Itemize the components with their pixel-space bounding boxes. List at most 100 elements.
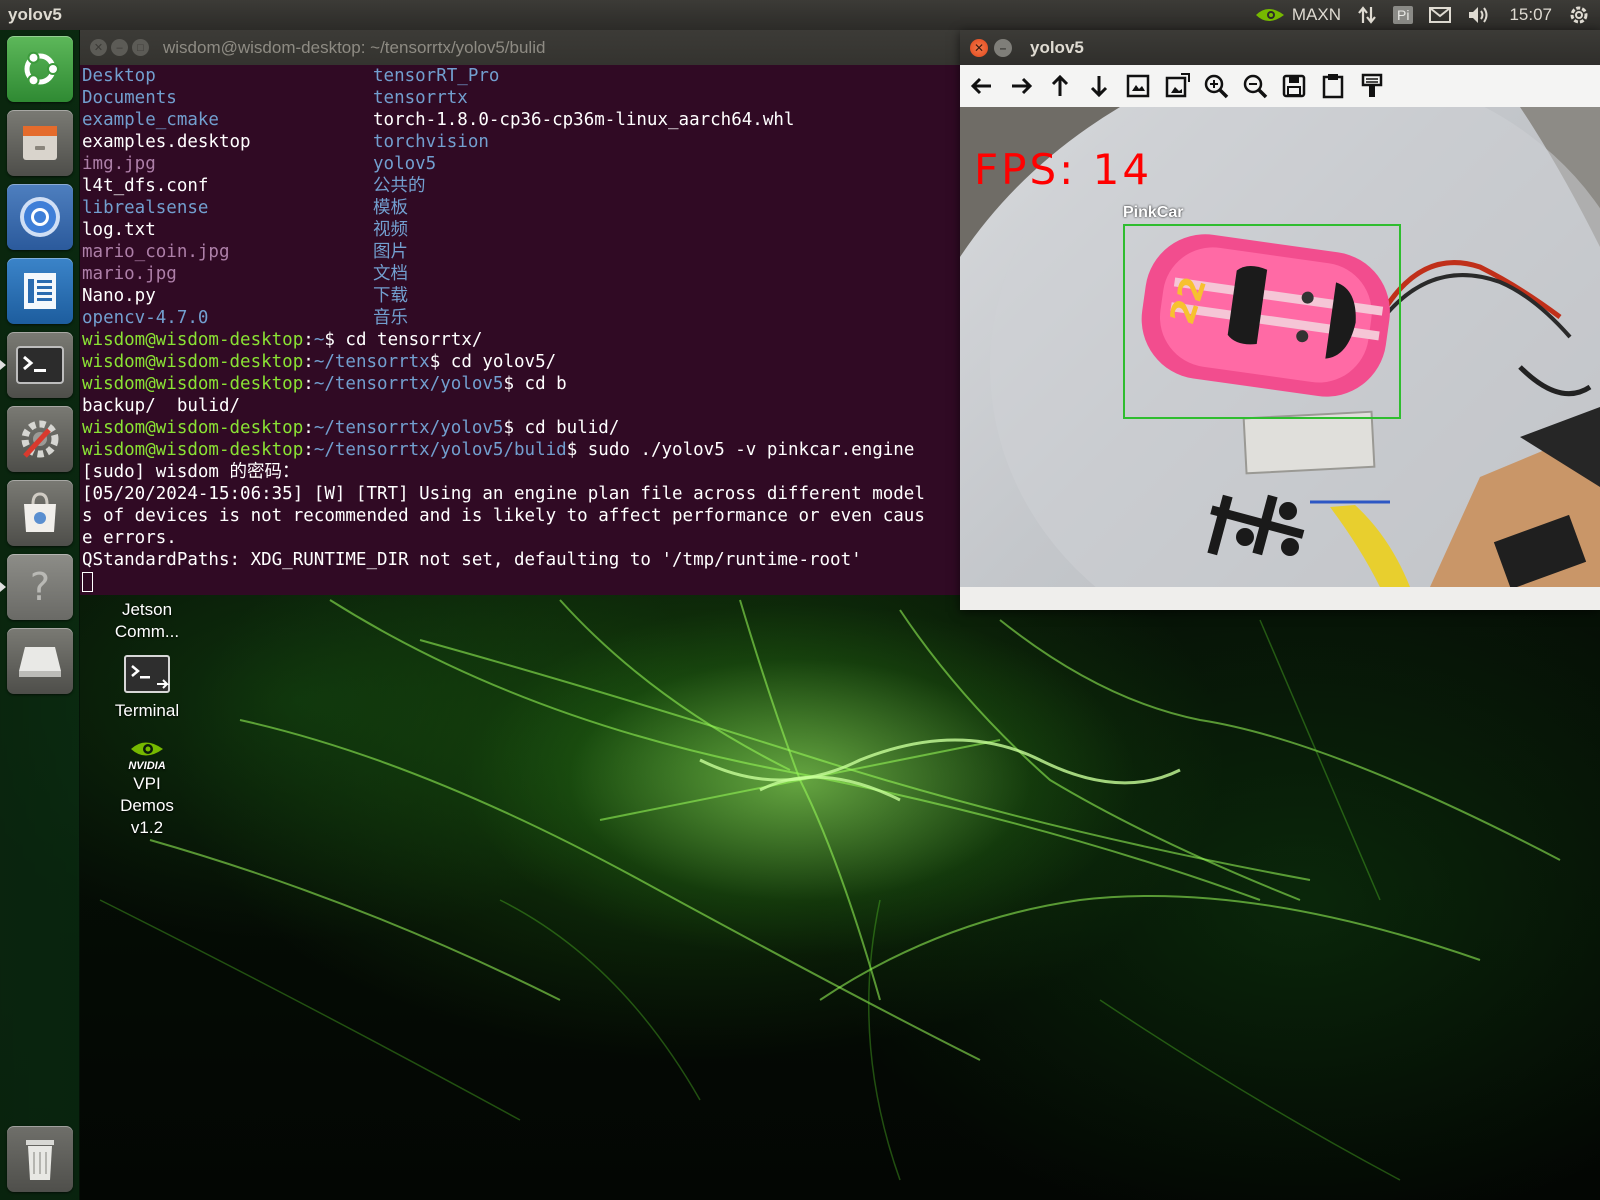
program-output-line: s of devices is not recommended and is l…	[82, 506, 925, 526]
detection-label: PinkCar	[1123, 204, 1184, 221]
ls-output-row: librealsense 模板	[82, 197, 960, 219]
fps-overlay: FPS: 14	[974, 145, 1153, 194]
desktop-icon-vpi-demos[interactable]: NVIDIA VPI Demos v1.2	[82, 738, 212, 839]
yolov5-minimize-button[interactable]: –	[994, 38, 1012, 57]
command-line: wisdom@wisdom-desktop:~/tensorrtx/yolov5…	[82, 440, 915, 460]
desktop-icon-jetson-community[interactable]: Jetson Comm...	[82, 599, 212, 643]
pan-up-button[interactable]	[1044, 70, 1076, 102]
gear-wrench-icon	[21, 420, 59, 458]
pan-left-icon	[970, 77, 991, 95]
clock[interactable]: 15:07	[1509, 5, 1552, 25]
nvidia-power-mode-indicator[interactable]: MAXN	[1254, 5, 1341, 25]
pan-down-button[interactable]	[1083, 70, 1115, 102]
program-output-line: QStandardPaths: XDG_RUNTIME_DIR not set,…	[82, 550, 862, 570]
pi-indicator[interactable]: Pi	[1393, 6, 1414, 24]
zoom-out-button[interactable]	[1239, 70, 1271, 102]
top-panel: yolov5 MAXN Pi 15:07	[0, 0, 1600, 30]
terminal-launcher-button[interactable]	[0, 332, 73, 398]
ls-entry: tensorRT_Pro	[373, 66, 500, 86]
desktop-icon-label-line: Comm...	[114, 622, 180, 641]
ls-entry: examples.desktop	[82, 132, 251, 152]
network-indicator[interactable]	[1357, 5, 1377, 25]
yolov5-close-button[interactable]: ✕	[970, 38, 988, 57]
sound-indicator[interactable]	[1467, 5, 1493, 25]
mail-indicator[interactable]	[1429, 7, 1452, 23]
ubuntu-dash-button[interactable]	[7, 36, 73, 102]
copy-clipboard-button[interactable]	[1317, 70, 1349, 102]
drive-launcher-button[interactable]	[7, 628, 73, 694]
ls-output-row: log.txt 视频	[82, 219, 960, 241]
session-indicator[interactable]	[1568, 4, 1590, 26]
writer-launcher-button[interactable]	[7, 258, 73, 324]
properties-button[interactable]	[1356, 70, 1388, 102]
ls-entry: torch-1.8.0-cp36-cp36m-linux_aarch64.whl	[373, 110, 795, 130]
detection-bounding-box	[1123, 224, 1401, 419]
nvidia-logo-icon	[131, 742, 163, 756]
ls-entry: 模板	[373, 198, 408, 218]
files-launcher-button[interactable]	[7, 110, 73, 176]
command-line: wisdom@wisdom-desktop:~/tensorrtx$ cd yo…	[82, 352, 557, 372]
yolov5-window[interactable]: ✕ – yolov5 22 FPS: 14 PinkCar	[960, 30, 1600, 610]
save-image-button[interactable]	[1278, 70, 1310, 102]
ls-entry: img.jpg	[82, 154, 156, 174]
help-launcher-button[interactable]: ?	[0, 554, 73, 620]
cursor-line	[82, 571, 960, 593]
ls-entry: 视频	[373, 220, 408, 240]
image-viewer-statusbar	[960, 587, 1600, 610]
ubuntu-logo-icon	[24, 51, 59, 87]
ls-entry: 图片	[373, 242, 408, 262]
software-center-launcher-button[interactable]	[7, 480, 73, 546]
ls-entry: librealsense	[82, 198, 209, 218]
yolov5-titlebar[interactable]: ✕ – yolov5	[960, 30, 1600, 65]
shopping-bag-icon	[24, 492, 56, 532]
command-text: $ cd tensorrtx/	[324, 330, 483, 350]
ls-output-row: Nano.py 下载	[82, 285, 960, 307]
command-text: $ cd bulid/	[503, 418, 620, 438]
ls-output-row: l4t_dfs.conf 公共的	[82, 175, 960, 197]
prompt-path: ~/tensorrtx	[313, 352, 430, 372]
terminal-output[interactable]: Desktop tensorRT_Pro Documents tensorrtx exa…	[80, 65, 960, 593]
gear-power-icon	[1570, 6, 1588, 24]
pan-left-button[interactable]	[966, 70, 998, 102]
chromium-launcher-button[interactable]	[7, 184, 73, 250]
terminal-window[interactable]: ✕ – □ wisdom@wisdom-desktop: ~/tensorrtx…	[80, 30, 960, 595]
program-output-line: [05/20/2024-15:06:35] [W] [TRT] Using an…	[82, 484, 925, 504]
text-cursor	[82, 572, 93, 592]
hard-drive-icon	[19, 647, 61, 677]
ls-entry: Nano.py	[82, 286, 156, 306]
trash-can-icon	[26, 1140, 54, 1180]
pan-right-button[interactable]	[1005, 70, 1037, 102]
ls-entry: tensorrtx	[373, 88, 468, 108]
zoom-in-button[interactable]	[1200, 70, 1232, 102]
command-line: wisdom@wisdom-desktop:~/tensorrtx/yolov5…	[82, 374, 567, 394]
power-mode-label: MAXN	[1291, 5, 1341, 24]
ls-entry: 音乐	[373, 308, 408, 328]
image-viewer-toolbar	[960, 65, 1600, 107]
command-line: wisdom@wisdom-desktop:~/tensorrtx/yolov5…	[82, 418, 620, 438]
settings-launcher-button[interactable]	[7, 406, 73, 472]
ls-entry: log.txt	[82, 220, 156, 240]
ls-output-row: Desktop tensorRT_Pro	[82, 65, 960, 87]
desktop-icon-label-line: Jetson	[121, 600, 173, 619]
pan-up-icon	[1051, 74, 1069, 96]
network-updown-icon	[1358, 6, 1376, 24]
zoom-original-button[interactable]	[1161, 70, 1193, 102]
desktop-icon-label-line: v1.2	[130, 818, 164, 837]
command-line: wisdom@wisdom-desktop:~$ cd tensorrtx/	[82, 330, 483, 350]
ls-output-row: mario.jpg 文档	[82, 263, 960, 285]
zoom-fit-button[interactable]	[1122, 70, 1154, 102]
command-text: $ cd yolov5/	[429, 352, 557, 372]
desktop-icon-label: Terminal	[114, 701, 180, 720]
terminal-maximize-button[interactable]: □	[132, 39, 149, 56]
desktop-icon-terminal[interactable]: Terminal	[82, 654, 212, 722]
terminal-titlebar[interactable]: ✕ – □ wisdom@wisdom-desktop: ~/tensorrtx…	[80, 30, 960, 65]
ls-entry: opencv-4.7.0	[82, 308, 209, 328]
terminal-minimize-button[interactable]: –	[111, 39, 128, 56]
terminal-close-button[interactable]: ✕	[90, 39, 107, 56]
desktop-icon-label-line: Demos	[120, 796, 174, 815]
command-text: $ cd b	[503, 374, 567, 394]
zoom-out-icon	[1243, 74, 1268, 99]
desktop-icon-label-line: VPI	[133, 774, 161, 793]
prompt-path: ~/tensorrtx/yolov5	[313, 418, 504, 438]
trash-launcher-button[interactable]	[7, 1126, 73, 1192]
